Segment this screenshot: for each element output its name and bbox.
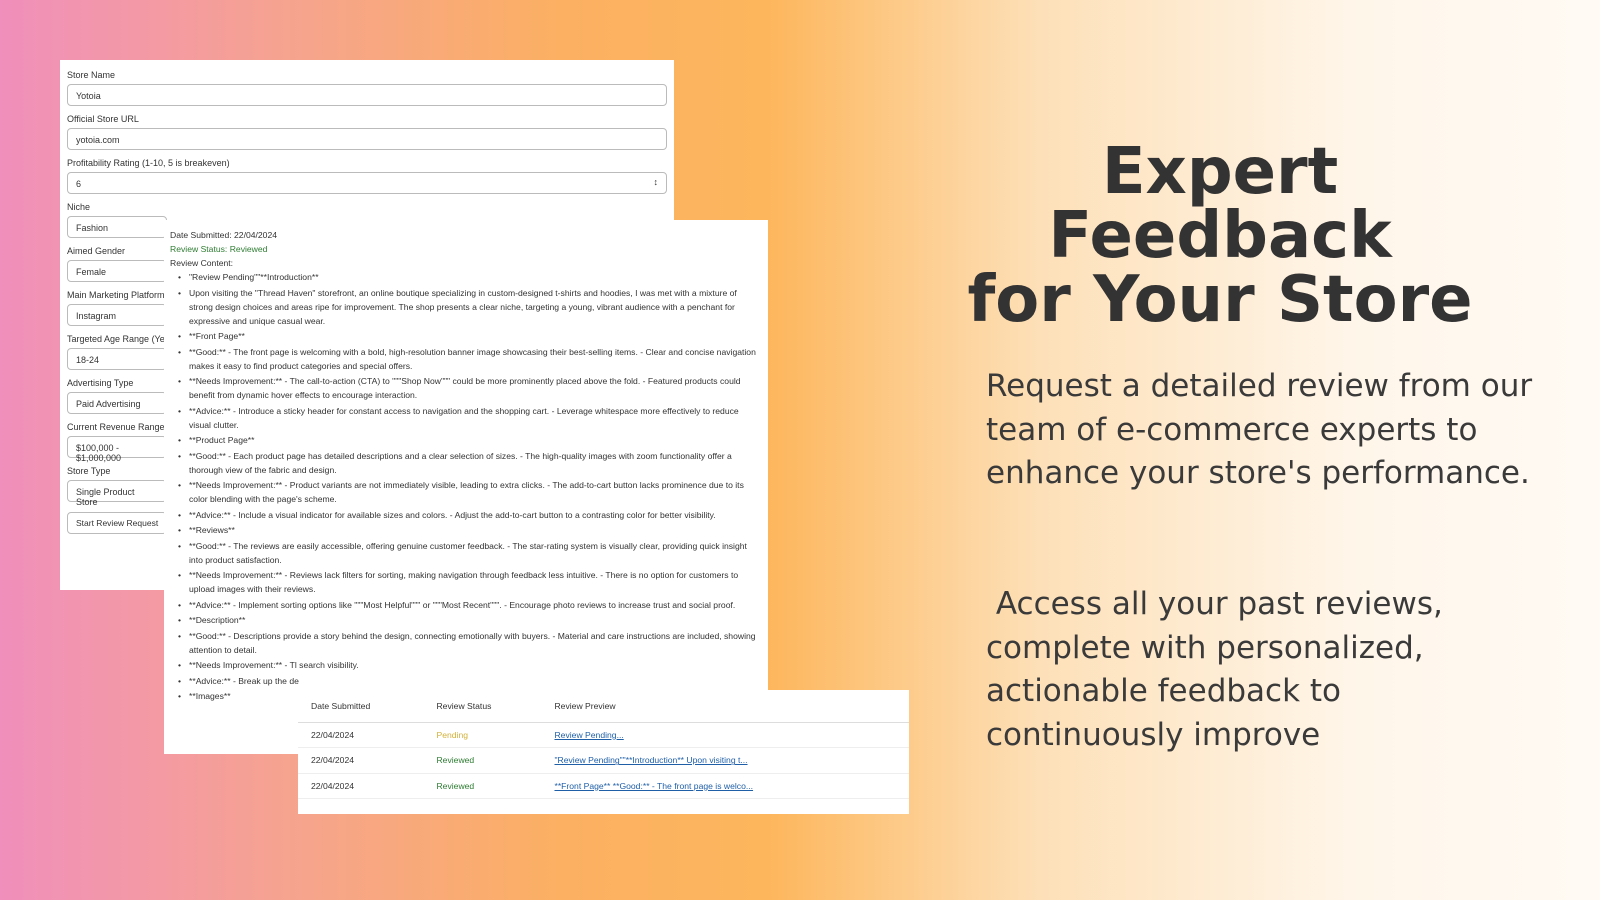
review-detail-panel: Date Submitted: 22/04/2024 Review Status… xyxy=(164,220,768,754)
row-status: Reviewed xyxy=(423,773,542,799)
row-date: 22/04/2024 xyxy=(298,722,424,748)
review-preview-link[interactable]: Review Pending... xyxy=(554,730,623,740)
review-item: **Needs Improvement:** - Tl search visib… xyxy=(176,658,762,672)
review-date: Date Submitted: 22/04/2024 xyxy=(170,230,278,240)
row-status: Reviewed xyxy=(423,747,542,774)
review-content-list: "Review Pending""**Introduction** Upon vi… xyxy=(170,270,762,703)
review-item: **Front Page** xyxy=(176,329,762,343)
table-row: 22/04/2024 Reviewed "Review Pending""**I… xyxy=(298,747,909,774)
field-input[interactable]: Fashion xyxy=(67,216,167,238)
field-label: Profitability Rating (1-10, 5 is breakev… xyxy=(67,158,230,168)
header-status: Review Status xyxy=(423,690,542,723)
field-input[interactable]: 6 ↕ xyxy=(67,172,667,194)
review-item: **Needs Improvement:** - Reviews lack fi… xyxy=(176,568,762,596)
field-value: Yotoia xyxy=(76,91,101,101)
field-value: 6 xyxy=(76,179,82,189)
review-item: **Good:** - The front page is welcoming … xyxy=(176,345,762,373)
review-item: **Good:** - The reviews are easily acces… xyxy=(176,539,762,567)
page-title: Expert Feedback for Your Store xyxy=(930,140,1510,332)
field-input[interactable]: $100,000 - $1,000,000 xyxy=(67,436,167,463)
table-row: 22/04/2024 Reviewed **Front Page** **Goo… xyxy=(298,773,909,799)
field-value: 18-24 xyxy=(76,355,100,365)
reviews-table: Date Submitted Review Status Review Prev… xyxy=(298,690,909,799)
row-status: Pending xyxy=(423,722,542,748)
field-value: yotoia.com xyxy=(76,135,120,145)
field-label: Store Name xyxy=(67,70,116,80)
title-line-2: for Your Store xyxy=(967,263,1473,337)
review-item: **Description** xyxy=(176,613,762,627)
review-item: **Advice:** - Include a visual indicator… xyxy=(176,508,762,522)
field-label: Niche xyxy=(67,202,91,212)
header-preview: Review Preview xyxy=(541,690,909,723)
table-row: 22/04/2024 Pending Review Pending... xyxy=(298,722,909,748)
review-preview-link[interactable]: "Review Pending""**Introduction** Upon v… xyxy=(554,755,747,765)
review-content-label: Review Content: xyxy=(170,258,234,268)
review-item: **Needs Improvement:** - The call-to-act… xyxy=(176,374,762,402)
review-item: **Advice:** - Introduce a sticky header … xyxy=(176,404,762,432)
description-paragraph-2: Access all your past reviews, complete w… xyxy=(986,586,1453,753)
field-input[interactable]: 18-24 xyxy=(67,348,167,370)
review-item: **Advice:** - Break up the de xyxy=(176,674,762,688)
field-value: Fashion xyxy=(76,223,109,233)
description-paragraph-1: Request a detailed review from our team … xyxy=(986,368,1533,491)
field-value: Instagram xyxy=(76,311,117,321)
select-arrows-icon: ↕ xyxy=(653,177,659,187)
row-date: 22/04/2024 xyxy=(298,747,424,774)
field-input[interactable]: yotoia.com xyxy=(67,128,667,150)
review-item: **Good:** - Descriptions provide a story… xyxy=(176,629,762,657)
field-value: Paid Advertising xyxy=(76,399,141,409)
field-value: Female xyxy=(76,267,107,277)
reviews-table-panel: Date Submitted Review Status Review Prev… xyxy=(298,690,909,814)
review-item: **Reviews** xyxy=(176,523,762,537)
header-date: Date Submitted xyxy=(298,690,424,723)
review-item: **Needs Improvement:** - Product variant… xyxy=(176,478,762,506)
review-item: Upon visiting the "Thread Haven" storefr… xyxy=(176,286,762,328)
field-label: Official Store URL xyxy=(67,114,139,124)
review-item: **Good:** - Each product page has detail… xyxy=(176,449,762,477)
field-input[interactable]: Yotoia xyxy=(67,84,667,106)
start-review-request-button[interactable]: Start Review Request xyxy=(67,512,168,534)
field-value: $100,000 - $1,000,000 xyxy=(76,443,122,463)
field-input[interactable]: Instagram xyxy=(67,304,167,326)
review-preview-link[interactable]: **Front Page** **Good:** - The front pag… xyxy=(554,781,753,791)
review-status: Review Status: Reviewed xyxy=(170,244,268,254)
review-item: **Product Page** xyxy=(176,433,762,447)
review-item: "Review Pending""**Introduction** xyxy=(176,270,762,284)
field-input[interactable]: Female xyxy=(67,260,167,282)
title-line-1: Expert Feedback xyxy=(1048,135,1392,273)
field-value: Single Product Store xyxy=(76,487,135,507)
review-item: **Advice:** - Implement sorting options … xyxy=(176,598,762,612)
row-date: 22/04/2024 xyxy=(298,773,424,799)
field-input[interactable]: Paid Advertising xyxy=(67,392,167,414)
field-input[interactable]: Single Product Store xyxy=(67,480,167,507)
